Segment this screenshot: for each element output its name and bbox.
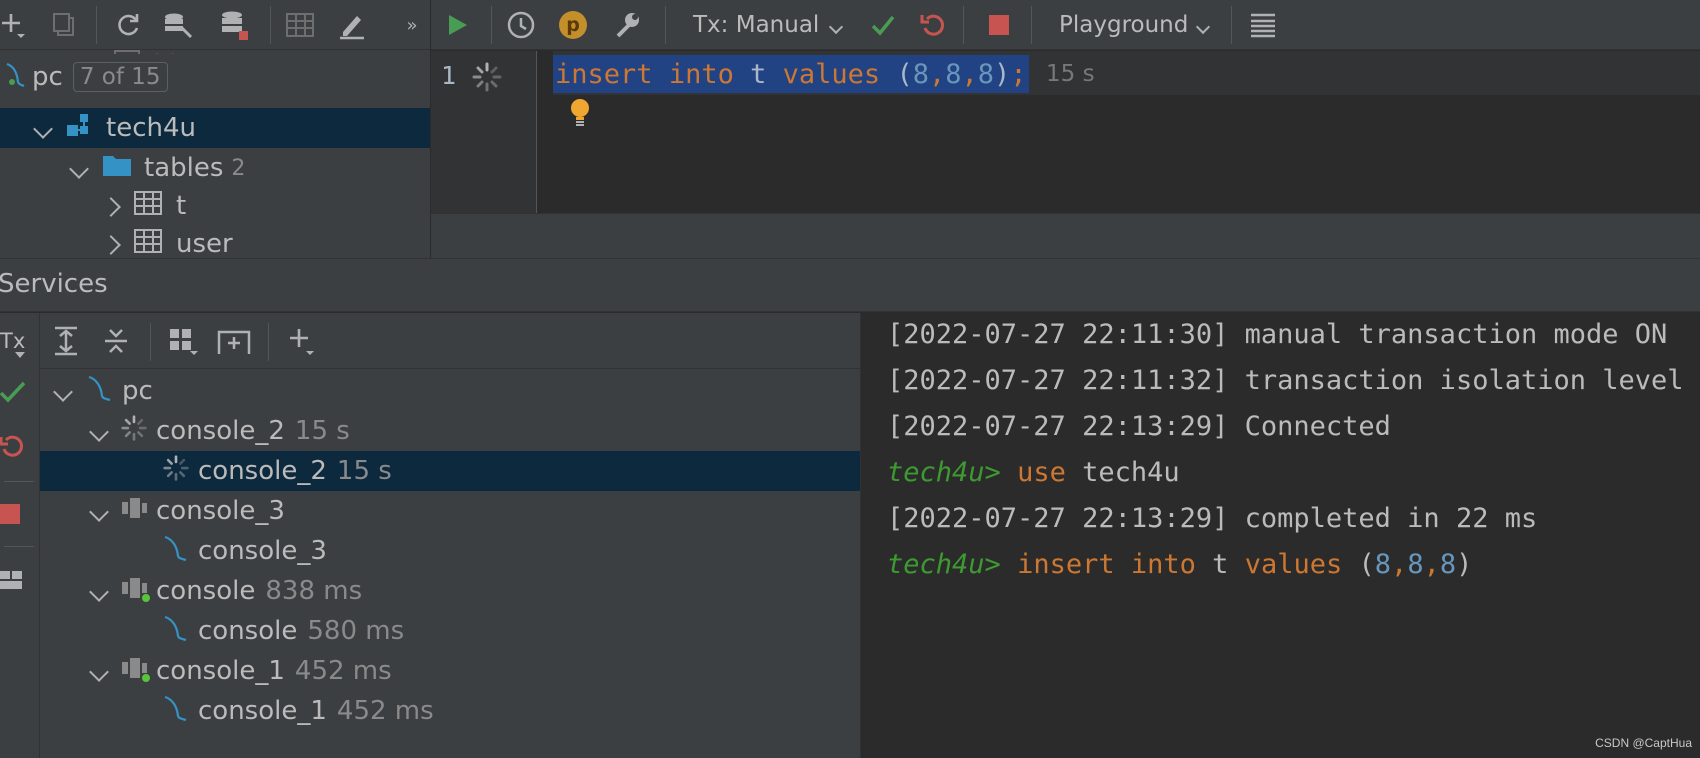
collapse-all-icon[interactable]: [98, 323, 134, 359]
line-number: 1: [441, 61, 457, 90]
chevron-down-icon: [1196, 12, 1211, 38]
list-view-icon[interactable]: [1245, 7, 1281, 43]
service-session-console-3[interactable]: console_3: [40, 491, 860, 531]
group-by-icon[interactable]: [166, 323, 202, 359]
commit-icon[interactable]: [865, 7, 901, 43]
duplicate-icon[interactable]: [46, 7, 82, 43]
services-left-toolbar: Tx: [0, 313, 40, 758]
services-header: Services: [0, 258, 1700, 312]
command-line: tech4u> insert into t values (8,8,8): [887, 549, 1473, 580]
table-icon: [134, 228, 162, 259]
log-line: [2022-07-27 22:11:32] transaction isolat…: [887, 365, 1700, 396]
edit-icon[interactable]: [334, 7, 370, 43]
more-icon[interactable]: »: [394, 7, 430, 43]
session-connected-icon: [120, 654, 150, 689]
settings-wrench-icon[interactable]: [609, 7, 645, 43]
chevron-down-icon[interactable]: [89, 656, 109, 686]
new-tab-icon[interactable]: [216, 323, 252, 359]
command-line: tech4u> use tech4u: [887, 457, 1180, 488]
folder-icon: [102, 153, 132, 184]
chevron-down-icon[interactable]: [89, 416, 109, 446]
table-label: t: [176, 191, 187, 221]
database-tree: sp pc 7 of 15 tech4u tables 2 t us: [0, 50, 430, 258]
console-output[interactable]: [2022-07-27 22:11:30] manual transaction…: [861, 313, 1700, 758]
table-icon: [134, 190, 162, 222]
table-label: user: [176, 229, 233, 258]
history-icon[interactable]: [503, 7, 539, 43]
chevron-right-icon[interactable]: [101, 191, 121, 221]
tx-mode-button[interactable]: Tx: [0, 329, 25, 358]
chevron-down-icon[interactable]: [53, 376, 73, 406]
session-connected-icon: [120, 574, 150, 609]
services-toolbar: [40, 313, 860, 369]
services-tree: pc console_2 15 s console_2 15 s console…: [40, 369, 860, 758]
mysql-icon: [86, 374, 114, 409]
lightbulb-icon[interactable]: [567, 97, 593, 133]
chevron-down-icon[interactable]: [89, 576, 109, 606]
service-session-console-1[interactable]: console_1 452 ms: [40, 651, 860, 691]
loading-spinner-icon: [120, 414, 148, 449]
loading-spinner-icon: [471, 61, 503, 97]
chevron-down-icon[interactable]: [89, 496, 109, 526]
db-toolbar: »: [0, 0, 430, 50]
chevron-right-icon[interactable]: [101, 229, 121, 258]
connection-label: pc: [32, 62, 63, 92]
log-line: [2022-07-27 22:13:29] Connected: [887, 411, 1391, 442]
loading-spinner-icon: [162, 454, 190, 489]
log-line: [2022-07-27 22:11:30] manual transaction…: [887, 319, 1668, 350]
log-line: [2022-07-27 22:13:29] completed in 22 ms: [887, 503, 1538, 534]
db-disconnect-icon[interactable]: [216, 7, 252, 43]
rollback-icon[interactable]: [0, 433, 26, 463]
tree-item-table-t[interactable]: t: [0, 186, 430, 226]
refresh-icon[interactable]: [110, 7, 146, 43]
expand-all-icon[interactable]: [48, 323, 84, 359]
layout-icon[interactable]: [0, 569, 24, 595]
session-icon: [120, 494, 150, 529]
commit-icon[interactable]: [0, 379, 26, 409]
db-properties-icon[interactable]: [160, 7, 196, 43]
playground-dropdown[interactable]: Playground: [1059, 10, 1211, 40]
add-service-icon[interactable]: [284, 323, 320, 359]
chevron-down-icon[interactable]: [69, 153, 89, 183]
mysql-icon: [4, 60, 26, 95]
tree-item-tables[interactable]: tables 2: [0, 148, 430, 188]
table-icon[interactable]: [282, 7, 318, 43]
match-counter: 7 of 15: [72, 62, 168, 92]
rollback-icon[interactable]: [915, 7, 951, 43]
mysql-icon: [162, 534, 190, 569]
tree-item-schema-tech4u[interactable]: tech4u: [0, 108, 430, 148]
service-session-console[interactable]: console 838 ms: [40, 571, 860, 611]
service-console-3[interactable]: console_3: [40, 531, 860, 571]
chevron-down-icon[interactable]: [33, 113, 53, 143]
sql-statement[interactable]: insert into t values (8, 8, 8);: [553, 55, 1029, 93]
stop-icon[interactable]: [981, 7, 1017, 43]
mysql-icon: [162, 614, 190, 649]
add-icon[interactable]: [0, 7, 32, 43]
service-console-2[interactable]: console_2 15 s: [40, 451, 860, 491]
tx-mode-dropdown[interactable]: Tx: Manual: [693, 10, 844, 40]
schema-icon: [66, 112, 96, 145]
service-session-console-2[interactable]: console_2 15 s: [40, 411, 860, 451]
schema-label: tech4u: [106, 113, 196, 143]
service-console[interactable]: console 580 ms: [40, 611, 860, 651]
editor-toolbar: p Tx: Manual Playground: [431, 0, 1700, 50]
stop-icon[interactable]: [0, 504, 20, 524]
mysql-icon: [162, 694, 190, 729]
gutter: 1: [431, 51, 537, 213]
profiler-badge[interactable]: p: [555, 7, 591, 43]
watermark: CSDN @CaptHua: [1595, 736, 1692, 750]
editor-footer: [431, 213, 1700, 258]
service-console-1[interactable]: console_1 452 ms: [40, 691, 860, 731]
tables-label: tables: [144, 153, 224, 183]
tables-count: 2: [231, 155, 246, 181]
sql-editor[interactable]: 1 insert into t values (8, 8, 8); 15 s: [431, 51, 1700, 213]
tree-item-table-user[interactable]: user: [0, 224, 430, 258]
run-icon[interactable]: [439, 7, 475, 43]
tree-item-connection-pc[interactable]: pc 7 of 15: [0, 54, 430, 100]
execution-duration: 15 s: [1046, 61, 1095, 87]
services-title: Services: [0, 269, 108, 299]
chevron-down-icon: [829, 12, 844, 38]
service-root-pc[interactable]: pc: [40, 371, 860, 411]
